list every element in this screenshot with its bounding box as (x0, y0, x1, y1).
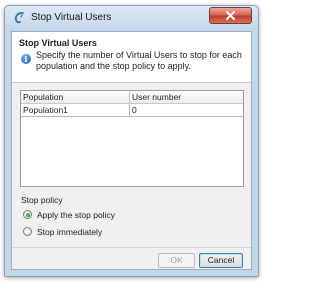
radio-label: Stop immediately (37, 227, 103, 237)
population-table: Population User number Population1 0 (20, 90, 244, 187)
stop-policy-label: Stop policy (21, 195, 63, 205)
close-icon (226, 11, 235, 20)
close-button[interactable] (209, 7, 252, 24)
radio-button-selected[interactable] (23, 210, 32, 219)
info-icon: i (21, 54, 31, 64)
ok-button[interactable]: OK (158, 253, 195, 268)
radio-label: Apply the stop policy (37, 210, 115, 220)
header-panel: Stop Virtual Users i Specify the number … (12, 32, 251, 83)
user-number-cell[interactable]: 0 (130, 104, 243, 116)
table-row[interactable]: Population1 0 (21, 104, 243, 117)
cancel-button[interactable]: Cancel (199, 253, 243, 268)
population-cell: Population1 (21, 104, 130, 116)
title-bar[interactable]: Stop Virtual Users (5, 6, 258, 30)
stop-virtual-users-dialog: Stop Virtual Users Stop Virtual Users i … (4, 5, 259, 277)
dialog-body: Stop Virtual Users i Specify the number … (11, 31, 252, 270)
column-header-population[interactable]: Population (21, 91, 130, 104)
column-header-user-number[interactable]: User number (130, 91, 243, 104)
dialog-heading: Stop Virtual Users (19, 38, 97, 48)
dialog-description: Specify the number of Virtual Users to s… (36, 50, 242, 71)
divider (12, 247, 251, 248)
radio-button[interactable] (23, 227, 32, 236)
app-icon (14, 12, 24, 24)
window-title: Stop Virtual Users (31, 12, 112, 23)
